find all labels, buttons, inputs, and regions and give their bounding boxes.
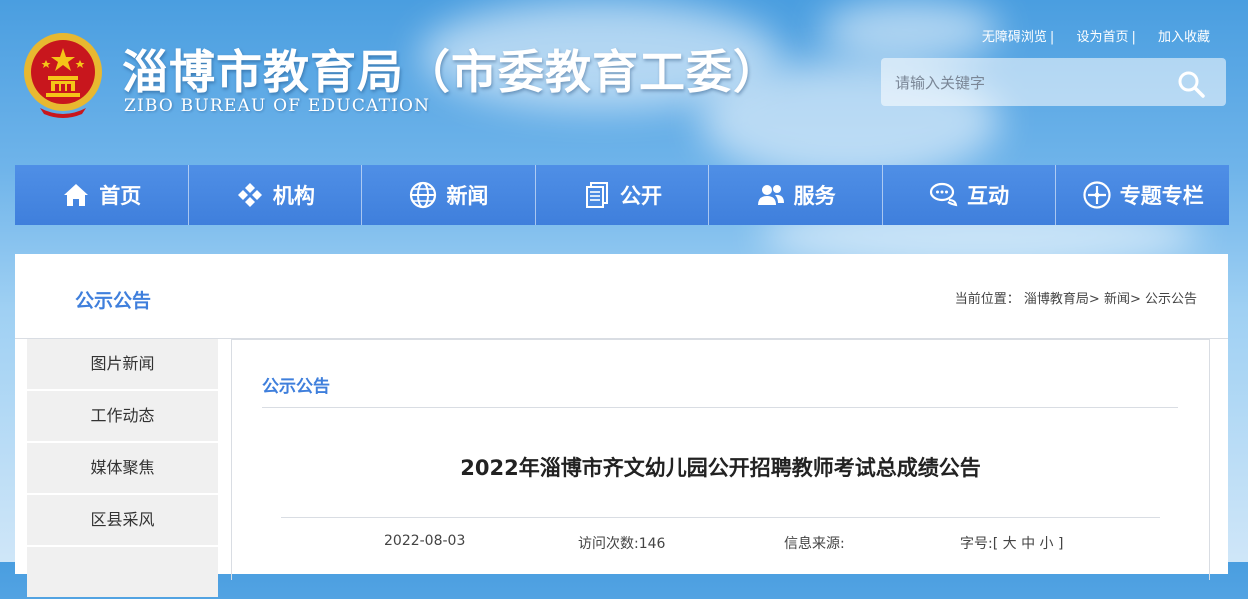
nav-label: 服务: [793, 184, 836, 208]
nav-label: 机构: [272, 184, 315, 208]
set-homepage-link[interactable]: 设为首页: [1076, 30, 1128, 45]
site-title: 淄博市教育局（市委教育工委）: [122, 45, 780, 99]
national-emblem-icon: [24, 33, 102, 118]
section-title: 公示公告: [75, 290, 152, 312]
org-icon: [237, 183, 262, 207]
divider: [262, 407, 1178, 408]
nav-label: 首页: [99, 184, 142, 208]
top-links: 无障碍浏览 | 设为首页 | 加入收藏: [964, 26, 1210, 45]
sidebar-item-county-reports[interactable]: 区县采风: [27, 495, 218, 545]
users-icon: [757, 185, 784, 205]
nav-label: 互动: [967, 184, 1010, 208]
article-container: 公示公告 2022年淄博市齐文幼儿园公开招聘教师考试总成绩公告 2022-08-…: [231, 339, 1210, 580]
nav-label: 专题专栏: [1119, 184, 1204, 208]
source-label: 信息来源:: [784, 536, 845, 552]
accessibility-link[interactable]: 无障碍浏览: [982, 30, 1047, 45]
article-date: 2022-08-03: [384, 533, 466, 549]
font-size-label: 字号:: [960, 536, 993, 552]
article-title: 2022年淄博市齐文幼儿园公开招聘教师考试总成绩公告: [460, 456, 981, 480]
add-favorites-link[interactable]: 加入收藏: [1158, 30, 1210, 45]
breadcrumb-news[interactable]: 新闻: [1104, 292, 1130, 307]
nav-services[interactable]: 服务: [709, 165, 883, 225]
site-header: 淄博市教育局（市委教育工委） ZIBO BUREAU OF EDUCATION …: [0, 0, 1248, 165]
section-header: 公示公告 当前位置： 淄博教育局> 新闻> 公示公告: [15, 254, 1228, 339]
nav-interaction[interactable]: 互动: [883, 165, 1057, 225]
document-icon: [586, 182, 609, 208]
article-source: 信息来源:: [784, 533, 845, 553]
sidebar-item-photo-news[interactable]: 图片新闻: [27, 339, 218, 389]
font-size-large[interactable]: 大: [1003, 536, 1017, 552]
main-nav: 首页 机构 新闻 公开 服务 互动 专题专栏: [15, 165, 1229, 225]
separator: |: [1049, 30, 1055, 45]
font-size-medium[interactable]: 中: [1021, 536, 1035, 552]
site-title-english: ZIBO BUREAU OF EDUCATION: [124, 96, 431, 116]
search-box: [881, 58, 1226, 106]
search-icon[interactable]: [1176, 69, 1206, 99]
sidebar-item-more[interactable]: [27, 547, 218, 597]
sidebar-item-work-updates[interactable]: 工作动态: [27, 391, 218, 441]
chat-icon: [930, 182, 958, 207]
globe-icon: [410, 181, 437, 209]
article-visits: 访问次数:146: [578, 533, 665, 553]
home-icon: [64, 184, 89, 206]
divider: [281, 517, 1160, 518]
sidebar: 图片新闻 工作动态 媒体聚焦 区县采风: [27, 339, 218, 599]
breadcrumb-prefix: 当前位置：: [954, 292, 1020, 307]
topics-icon: [1083, 181, 1111, 209]
font-size-control: 字号:[ 大 中 小 ]: [960, 536, 1064, 552]
nav-topics[interactable]: 专题专栏: [1056, 165, 1229, 225]
search-input[interactable]: [893, 68, 1167, 98]
nav-organization[interactable]: 机构: [189, 165, 363, 225]
nav-disclosure[interactable]: 公开: [536, 165, 710, 225]
breadcrumb-notices[interactable]: 公示公告: [1145, 292, 1197, 307]
nav-label: 新闻: [446, 184, 489, 208]
visits-count: 146: [638, 536, 666, 552]
nav-label: 公开: [620, 184, 663, 208]
breadcrumb: 当前位置： 淄博教育局> 新闻> 公示公告: [954, 292, 1197, 307]
content-section-title: 公示公告: [262, 377, 330, 397]
sidebar-item-media-focus[interactable]: 媒体聚焦: [27, 443, 218, 493]
nav-home[interactable]: 首页: [15, 165, 189, 225]
nav-news[interactable]: 新闻: [362, 165, 536, 225]
visits-label: 访问次数:: [578, 536, 639, 552]
breadcrumb-home[interactable]: 淄博教育局: [1024, 292, 1089, 307]
separator: |: [1131, 30, 1136, 45]
main-panel: 公示公告 当前位置： 淄博教育局> 新闻> 公示公告 图片新闻 工作动态 媒体聚…: [15, 254, 1228, 597]
font-size-small[interactable]: 小: [1040, 536, 1054, 552]
